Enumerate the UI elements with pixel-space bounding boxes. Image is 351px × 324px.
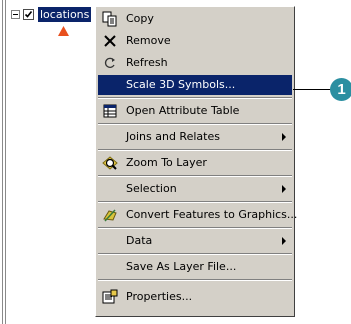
callout-leader-line xyxy=(293,89,331,90)
menu-item-label: Properties... xyxy=(126,290,193,303)
context-menu: Copy Remove Refresh Scale 3D Symbols... … xyxy=(95,6,297,317)
menu-separator xyxy=(98,149,292,151)
menu-item-zoom-to-layer[interactable]: Zoom To Layer xyxy=(98,153,292,173)
zoom-to-layer-icon xyxy=(102,156,118,170)
menu-separator xyxy=(98,97,292,99)
menu-item-copy[interactable]: Copy xyxy=(98,9,292,29)
remove-x-icon xyxy=(104,35,116,47)
properties-icon xyxy=(102,289,118,304)
menu-item-label: Selection xyxy=(126,182,177,195)
menu-item-label: Remove xyxy=(126,34,171,47)
triangle-symbol-icon xyxy=(58,26,69,36)
menu-item-label: Data xyxy=(126,234,153,247)
menu-item-data[interactable]: Data xyxy=(98,231,292,251)
menu-item-selection[interactable]: Selection xyxy=(98,179,292,199)
menu-separator xyxy=(98,253,292,255)
menu-separator xyxy=(98,175,292,177)
menu-item-scale-3d-symbols[interactable]: Scale 3D Symbols... xyxy=(98,75,292,95)
menu-item-remove[interactable]: Remove xyxy=(98,31,292,51)
menu-item-open-attribute-table[interactable]: Open Attribute Table xyxy=(98,101,292,121)
copy-icon xyxy=(102,11,117,27)
menu-item-label: Joins and Relates xyxy=(126,130,220,143)
menu-item-label: Refresh xyxy=(126,56,168,69)
menu-separator xyxy=(98,201,292,203)
toc-border-right xyxy=(5,0,6,324)
layer-visibility-checkbox[interactable] xyxy=(23,9,34,20)
layer-name[interactable]: locations xyxy=(38,7,92,22)
menu-item-label: Copy xyxy=(126,12,154,25)
menu-item-label: Scale 3D Symbols... xyxy=(126,78,236,91)
submenu-arrow-icon xyxy=(282,133,286,141)
submenu-arrow-icon xyxy=(282,237,286,245)
menu-item-save-as-layer-file[interactable]: Save As Layer File... xyxy=(98,257,292,277)
menu-separator xyxy=(98,227,292,229)
step-callout-badge: 1 xyxy=(330,78,351,101)
menu-item-label: Save As Layer File... xyxy=(126,260,237,273)
refresh-icon xyxy=(104,57,115,68)
menu-item-refresh[interactable]: Refresh xyxy=(98,53,292,73)
toc-border-left xyxy=(2,0,3,324)
convert-graphics-icon xyxy=(103,209,117,222)
menu-item-label: Convert Features to Graphics... xyxy=(126,208,298,221)
menu-item-convert-features-to-graphics[interactable]: Convert Features to Graphics... xyxy=(98,205,297,225)
menu-item-label: Zoom To Layer xyxy=(126,156,207,169)
menu-item-joins-and-relates[interactable]: Joins and Relates xyxy=(98,127,292,147)
menu-item-label: Open Attribute Table xyxy=(126,104,240,117)
submenu-arrow-icon xyxy=(282,185,286,193)
menu-item-properties[interactable]: Properties... xyxy=(98,287,292,307)
menu-separator xyxy=(98,123,292,125)
collapse-toggle[interactable] xyxy=(11,10,20,19)
table-icon xyxy=(103,104,117,118)
menu-separator xyxy=(98,279,292,281)
